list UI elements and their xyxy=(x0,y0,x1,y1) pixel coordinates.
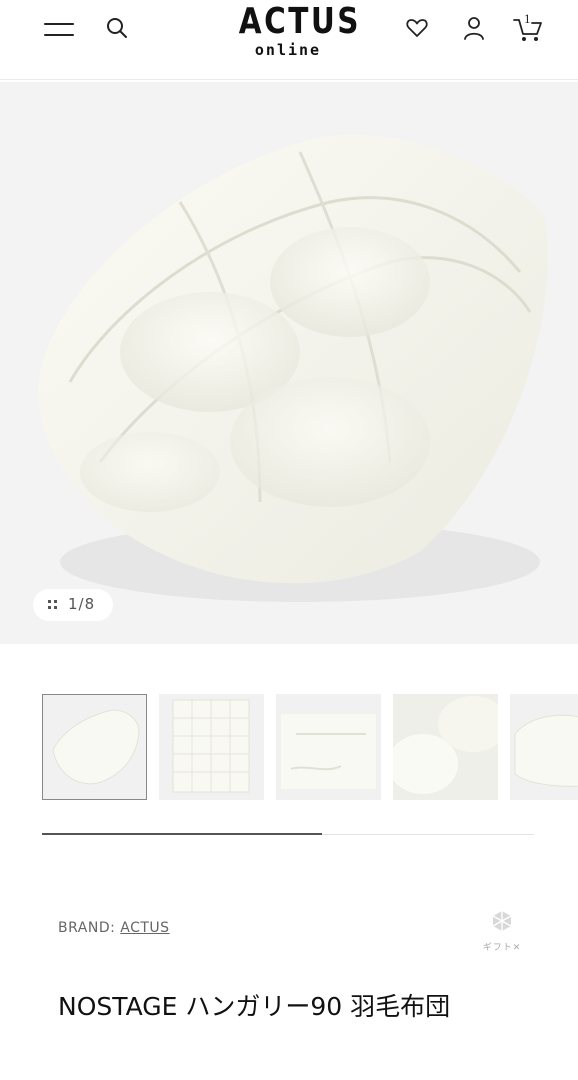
duvet-illustration xyxy=(38,134,549,602)
thumbnail-scrollbar[interactable] xyxy=(42,833,534,835)
brand-link[interactable]: ACTUS xyxy=(120,920,169,936)
thumbnail-3[interactable] xyxy=(276,694,381,800)
grid-icon xyxy=(48,600,58,610)
thumbnail-scrollbar-thumb[interactable] xyxy=(42,833,323,835)
thumbnail-5[interactable] xyxy=(510,694,578,800)
thumbnail-1[interactable] xyxy=(42,694,147,800)
gift-icon xyxy=(492,911,512,931)
gift-indicator: ギフト✕ xyxy=(478,908,526,958)
product-title: NOSTAGE ハンガリー90 羽毛布団 xyxy=(58,992,451,1021)
thumbnail-2[interactable] xyxy=(159,694,264,800)
brand-line: BRAND: ACTUS xyxy=(58,920,170,936)
gift-label: ギフト✕ xyxy=(482,943,522,953)
image-counter-text: 1/8 xyxy=(68,595,96,613)
brand-prefix: BRAND: xyxy=(58,920,116,936)
cart-icon[interactable]: 1 xyxy=(512,11,546,42)
menu-icon[interactable] xyxy=(44,18,76,40)
thumbnail-4[interactable] xyxy=(393,694,498,800)
logo-sub-text: online xyxy=(254,41,322,59)
menu-line xyxy=(44,34,74,36)
search-icon[interactable] xyxy=(104,15,130,41)
logo-main-text: ACTUS xyxy=(238,1,361,42)
actus-logo[interactable]: ACTUS online xyxy=(228,1,361,64)
site-header: ACTUS online 1 xyxy=(0,0,578,80)
image-counter-button[interactable]: 1/8 xyxy=(33,589,113,621)
heart-icon[interactable] xyxy=(403,14,431,42)
thumbnail-strip[interactable] xyxy=(42,694,578,802)
product-main-image[interactable] xyxy=(0,82,578,644)
user-icon[interactable] xyxy=(460,14,488,42)
menu-line xyxy=(44,23,74,25)
cart-count-badge: 1 xyxy=(524,11,531,26)
